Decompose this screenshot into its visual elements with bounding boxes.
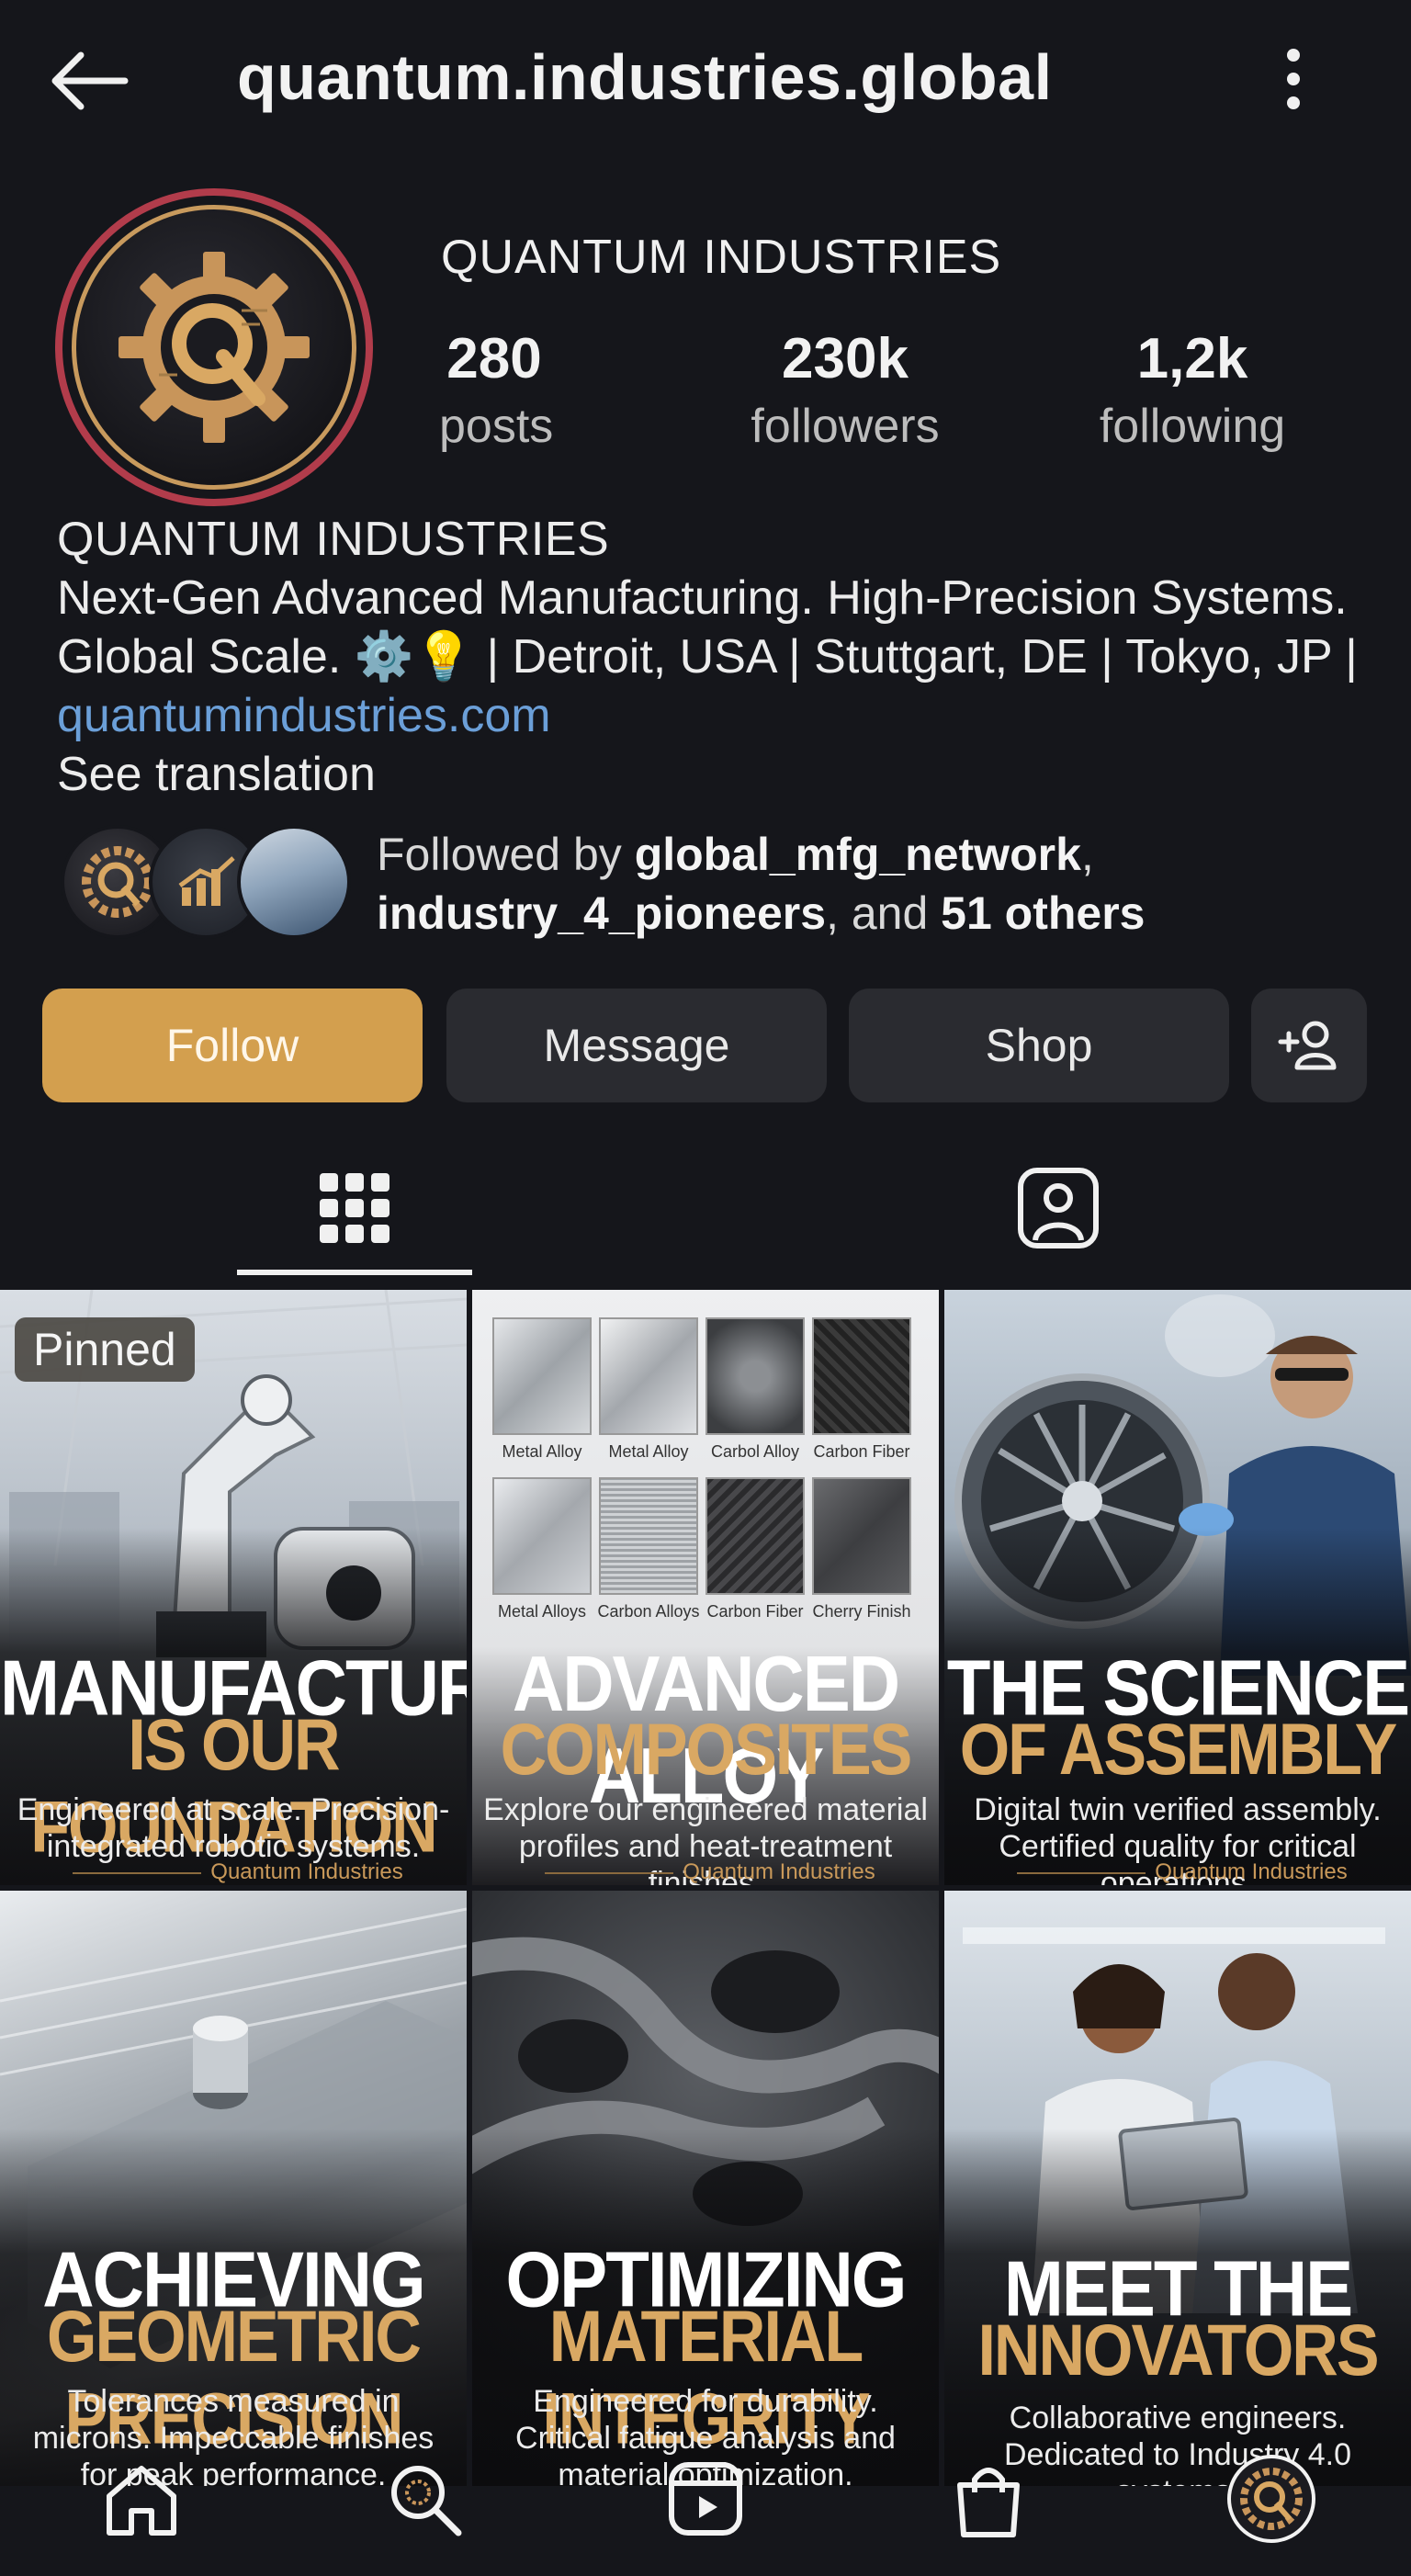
posts-label: posts (439, 400, 554, 453)
swatch-metal-alloy-1 (492, 1317, 592, 1435)
post-tile-6[interactable]: MEET THE INNOVATORS Collaborative engine… (944, 1891, 1411, 2486)
swatch-carbon-fiber-2 (706, 1477, 805, 1595)
post-2-subtitle: COMPOSITES (500, 1709, 913, 1790)
profile-handle: quantum.industries.global (237, 41, 1053, 113)
swatch-carbon-fiber-1 (812, 1317, 911, 1435)
post-1-brand: Quantum Industries (0, 1859, 467, 1885)
shop-button[interactable]: Shop (849, 989, 1229, 1102)
tab-tagged[interactable] (941, 1139, 1176, 1277)
post-3-brand: Quantum Industries (944, 1859, 1411, 1885)
mutual-user-2: industry_4_pioneers (377, 887, 827, 939)
followed-by-text[interactable]: Followed by global_mfg_network, industry… (377, 825, 1387, 943)
following-label: following (1099, 400, 1286, 453)
followers-label: followers (751, 400, 940, 453)
post-tile-4[interactable]: ACHIEVING GEOMETRIC PRECISION Tolerances… (0, 1891, 467, 2486)
posts-grid: Pinned MANUFACTURING IS OUR FOUNDATION E… (0, 1290, 1411, 2576)
mutual-user-1: global_mfg_network (634, 829, 1081, 880)
see-translation-link[interactable]: See translation (57, 745, 1407, 804)
following-count: 1,2k (1136, 327, 1248, 390)
followers-stat[interactable]: 230k followers (735, 326, 955, 454)
followed-by-middle: , and (826, 887, 942, 939)
post-tile-5[interactable]: OPTIMIZING MATERIAL INTEGRITY Engineered… (472, 1891, 939, 2486)
swatch-cherry-finish (812, 1477, 911, 1595)
followed-by-comma: , (1080, 829, 1094, 880)
post-6-subtitle: INNOVATORS (977, 2310, 1379, 2390)
more-vertical-icon[interactable] (1268, 42, 1319, 116)
followers-count: 230k (782, 327, 909, 390)
message-button[interactable]: Message (446, 989, 827, 1102)
arrow-left-icon[interactable] (44, 44, 132, 118)
profile-avatar[interactable] (55, 188, 373, 506)
search-icon[interactable] (378, 2453, 470, 2545)
gear-logo-icon (72, 205, 356, 490)
home-icon[interactable] (96, 2453, 187, 2545)
grid-icon (320, 1173, 389, 1243)
post-tile-2[interactable]: Metal Alloy Metal Alloy Carbol Alloy Car… (472, 1290, 939, 1885)
top-bar: quantum.industries.global (0, 0, 1411, 165)
active-tab-indicator (237, 1270, 472, 1275)
bio-line-1: Next-Gen Advanced Manufacturing. High-Pr… (57, 571, 1348, 625)
pinned-badge: Pinned (15, 1317, 195, 1382)
post-1-caption: Engineered at scale. Precision-integrate… (17, 1792, 450, 1864)
bio-name: QUANTUM INDUSTRIES (57, 513, 610, 566)
swatch-metal-alloy-2 (599, 1317, 698, 1435)
add-person-button[interactable] (1251, 989, 1367, 1102)
swatch-carbon-alloys (599, 1477, 698, 1595)
follow-button[interactable]: Follow (42, 989, 423, 1102)
bio-line-2: Global Scale. ⚙️💡 | Detroit, USA | Stutt… (57, 630, 1358, 684)
followed-by-prefix: Followed by (377, 829, 635, 880)
following-stat[interactable]: 1,2k following (1082, 326, 1303, 454)
add-person-icon (1278, 1021, 1337, 1070)
post-2-brand: Quantum Industries (472, 1859, 939, 1885)
swatch-label-4: Carbon Fiber (813, 1442, 910, 1461)
post-tile-3[interactable]: THE SCIENCE OF ASSEMBLY Digital twin ver… (944, 1290, 1411, 1885)
mutual-others-count: 51 others (941, 887, 1146, 939)
reels-icon[interactable] (660, 2453, 751, 2545)
mutual-avatar-road-icon (237, 825, 351, 939)
profile-bio: QUANTUM INDUSTRIES Next-Gen Advanced Man… (57, 510, 1407, 804)
shop-bag-icon[interactable] (943, 2453, 1034, 2545)
bio-website-link[interactable]: quantumindustries.com (57, 686, 1407, 745)
tagged-person-icon (1018, 1168, 1099, 1248)
tab-posts-grid[interactable] (237, 1139, 472, 1277)
swatch-label-8: Cherry Finish (812, 1602, 911, 1621)
swatch-metal-alloys (492, 1477, 592, 1595)
post-tile-1[interactable]: Pinned MANUFACTURING IS OUR FOUNDATION E… (0, 1290, 467, 1885)
mutual-followers-avatars[interactable] (61, 825, 351, 939)
profile-avatar-icon[interactable] (1225, 2453, 1317, 2545)
posts-count: 280 (446, 327, 542, 390)
posts-stat[interactable]: 280 posts (439, 326, 554, 454)
account-display-name: QUANTUM INDUSTRIES (441, 231, 1002, 284)
swatch-carbol-alloy (706, 1317, 805, 1435)
post-3-subtitle: OF ASSEMBLY (959, 1709, 1398, 1790)
